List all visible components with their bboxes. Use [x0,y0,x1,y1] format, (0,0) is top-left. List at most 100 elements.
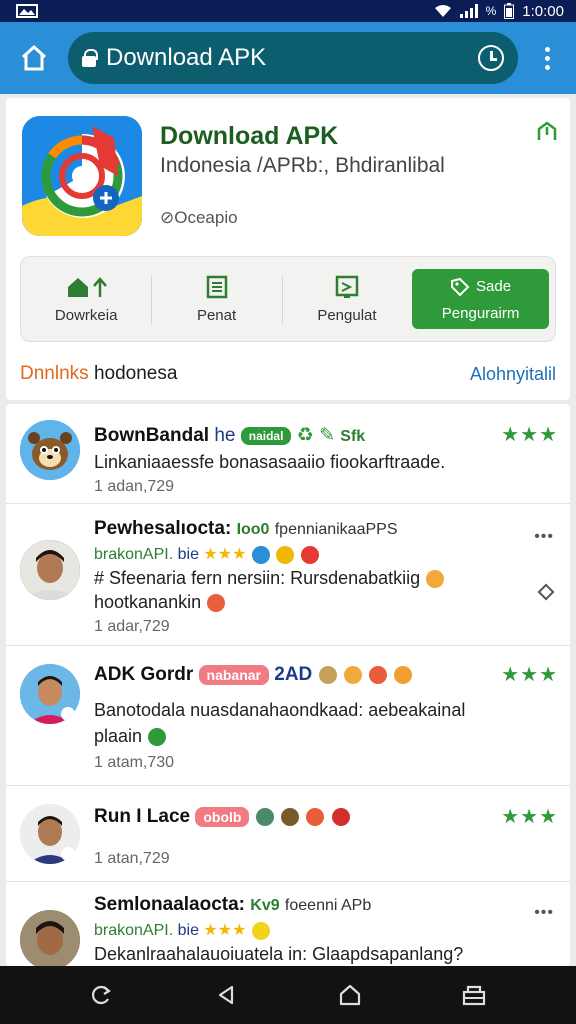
emoji-icon [255,807,274,826]
overflow-menu-button[interactable] [518,22,576,94]
app-subtitle: Indonesia /APRb:, Bhdiranlibal [160,154,445,177]
comment-source: brakonAPI. [94,922,174,939]
comment-time: 1 atan,729 [94,850,170,867]
avatar [20,804,80,864]
verified-badge: naidal [240,426,292,445]
comment-source: brakonAPI. [94,546,174,563]
comment-author-meta: fpennianikaaPPS [274,521,398,538]
app-title: Download APK [160,122,339,150]
rotate-icon [91,985,111,1005]
back-button[interactable] [206,975,246,1015]
more-options-icon[interactable]: ••• [534,904,554,922]
install-button-top: Sade [476,278,512,295]
comment-author-suffix: he [214,425,236,446]
status-bar: % 1:0:00 [0,0,576,22]
image-icon [335,275,359,298]
install-button-label: Pengurairm [441,304,520,322]
document-icon [206,275,227,298]
data-percent-icon: % [485,4,497,18]
footer-link[interactable]: Alohnyitalil [470,364,556,385]
comment-item[interactable]: BownBandal he naidal ♻ ✎ Sfk ★★★ Linkani… [6,404,570,504]
pencil-icon: ✎ [319,425,335,446]
rotate-button[interactable] [82,975,122,1015]
comment-author: BownBandal [94,425,210,446]
check-icon [148,728,167,747]
avatar [20,420,80,480]
signal-icon [459,4,478,18]
avatar [20,664,80,724]
comment-header: ADK Gordr nabanar 2AD [94,664,413,686]
app-meta-text: Oceapio [174,208,238,227]
history-clock-icon[interactable] [478,45,504,71]
home-upload-icon [68,276,108,297]
comment-tag: Ioo0 [236,521,270,538]
comment-text-cont: hootkanankin [94,592,226,613]
recents-button[interactable] [454,975,494,1015]
menu-dot-icon [544,55,550,61]
comment-time: 1 atam,730 [94,754,175,771]
comment-item[interactable]: ADK Gordr nabanar 2AD ★★★ Banotodala nua… [6,646,570,786]
comment-author: Run I Lace [94,806,191,827]
label-badge: obolb [195,806,250,827]
comment-header: Pewhesalıocta: Ioo0 fpennianikaaPPS [94,518,398,540]
comment-text: Dekanlraahalauoiuatela in: Glaapdsapanla… [94,944,464,964]
footer-left-text: hodonesa [93,363,178,384]
comment-text-line: hootkanankin [94,592,202,612]
preview-action-button[interactable]: Pengulat [281,257,412,341]
app-card-footer: Dnnlnks hodonesa Alohnyitalil [6,354,570,394]
emoji-icon [281,807,300,826]
emoji-icon [318,665,337,684]
share-icon[interactable] [536,120,558,147]
emoji-icon [207,594,226,613]
comment-tag: Kv9 [250,897,280,914]
tag-icon [451,277,470,296]
details-action-label: Penat [196,306,237,324]
home-nav-icon [339,984,361,1006]
comment-header: BownBandal he naidal ♻ ✎ Sfk [94,424,365,447]
comment-tag: Sfk [340,428,366,445]
emoji-icon [426,570,445,589]
emoji-icon [369,665,388,684]
comment-item[interactable]: Semlonaalaocta: Kv9 foeenni APb brakonAP… [6,882,570,966]
emoji-icon [306,807,325,826]
comment-source-suffix: bie [177,546,199,563]
comment-text: Linkaniaaessfe bonasasaaiio fiookarftraa… [94,452,446,472]
browser-toolbar: Download APK [0,22,576,94]
emoji-icon [343,665,362,684]
install-button[interactable]: Sade Pengurairm [412,269,550,329]
comment-item[interactable]: Run I Lace obolb ★★★ 1 atan,729 [6,786,570,882]
download-action-button[interactable]: Dowrkeia [21,257,151,341]
comment-header: Semlonaalaocta: Kv9 foeenni APb [94,894,371,916]
emoji-icon [331,807,350,826]
comment-author: Semlonaalaocta: [94,894,245,915]
browser-home-button[interactable] [0,22,68,94]
comment-author-meta: foeenni APb [284,897,372,914]
emoji-icon [251,545,270,564]
home-nav-button[interactable] [330,975,370,1015]
comment-badge-after: 2AD [274,664,313,685]
avatar [20,540,80,600]
thumbs-icon: ♻ [296,425,314,446]
menu-dot-icon [544,46,550,52]
diamond-icon[interactable] [537,583,555,601]
back-icon [218,985,234,1005]
comment-text-line: # Sfeenaria fern nersiin: Rursdenabatkii… [94,568,421,588]
emoji-icon [394,665,413,684]
comment-text: Banotodala nuasdanahaondkaad: aebeakaina… [94,700,466,720]
rating-stars: ★★★ [203,546,247,563]
avatar [20,910,80,966]
rating-stars: ★★★ [501,806,558,828]
app-info-card: Download APK Indonesia /APRb:, Bhdiranli… [6,98,570,400]
comment-author: ADK Gordr [94,664,194,685]
emoji-icon [251,921,270,940]
more-options-icon[interactable]: ••• [534,528,554,546]
preview-action-label: Pengulat [317,306,377,324]
lock-icon [82,49,98,67]
comment-item[interactable]: Pewhesalıocta: Ioo0 fpennianikaaPPS brak… [6,504,570,646]
label-badge: nabanar [198,664,269,685]
comment-time: 1 adan,729 [94,478,175,495]
emoji-icon [276,545,295,564]
system-nav-bar [0,966,576,1024]
address-bar[interactable]: Download APK [68,32,518,84]
details-action-button[interactable]: Penat [151,257,281,341]
